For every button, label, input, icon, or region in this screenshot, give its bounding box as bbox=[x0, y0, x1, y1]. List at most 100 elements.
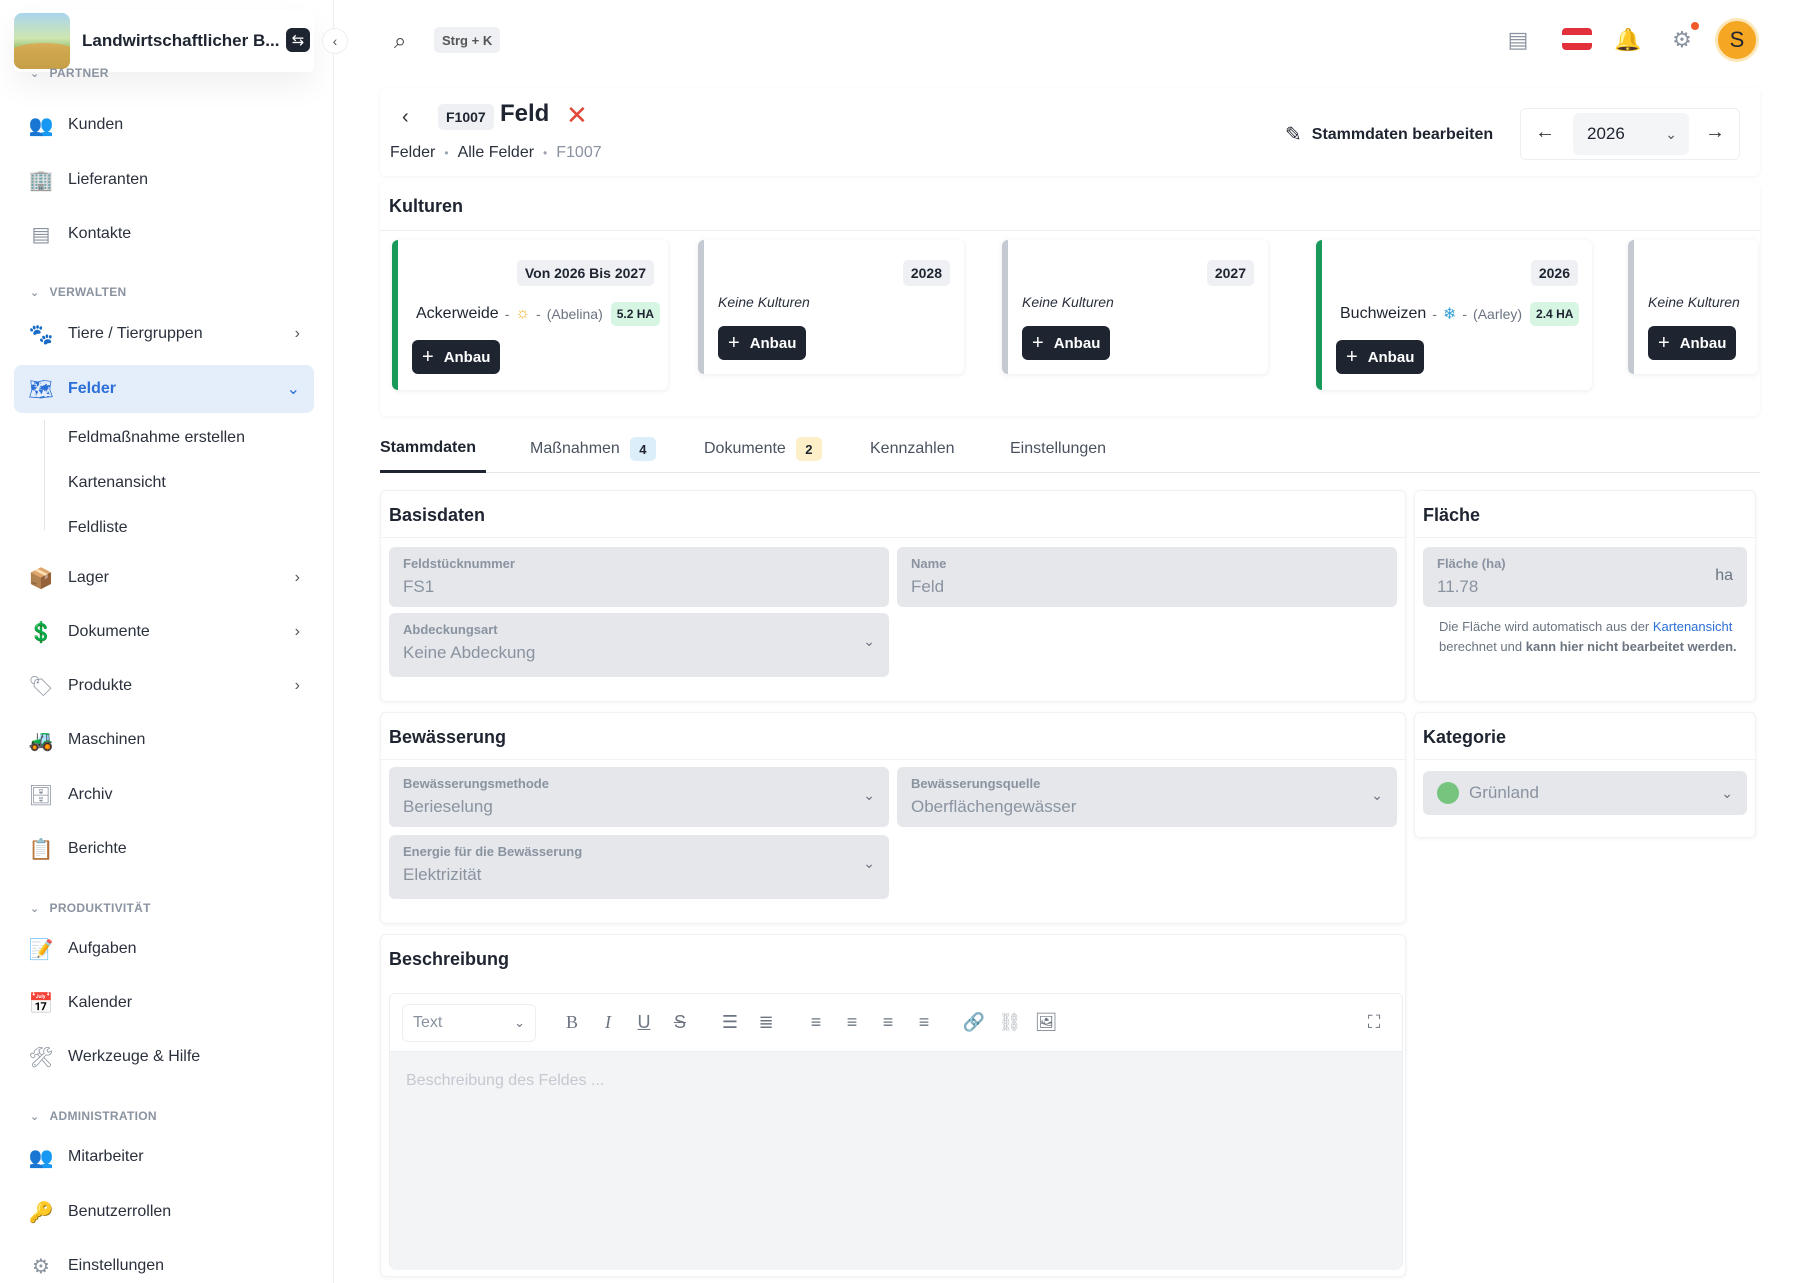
unlink-icon[interactable]: ⛓ bbox=[998, 1012, 1022, 1033]
brand-logo bbox=[14, 13, 70, 69]
kultur-card[interactable]: 2026 Buchweizen - ❄ - (Aarley) 2.4 HA + A… bbox=[1316, 240, 1592, 390]
notebook-icon[interactable]: ▤ bbox=[1504, 26, 1532, 54]
year-select[interactable]: 2026 ⌄ bbox=[1573, 113, 1689, 155]
sidebar-item-dokumente[interactable]: 💲 Dokumente › bbox=[14, 608, 314, 656]
swap-icon[interactable]: ⇆ bbox=[286, 28, 310, 52]
breadcrumb-alle-felder[interactable]: Alle Felder bbox=[458, 144, 534, 162]
chevron-down-icon: ⌄ bbox=[30, 67, 40, 80]
strikethrough-icon[interactable]: S bbox=[668, 1012, 692, 1033]
energie-select: Energie für die Bewässerung Elektrizität… bbox=[389, 835, 889, 899]
align-center-icon[interactable]: ≡ bbox=[840, 1012, 864, 1033]
tab-einstellungen[interactable]: Einstellungen bbox=[1010, 425, 1106, 473]
brand-header[interactable]: Landwirtschaftlicher B... ⇆ bbox=[14, 10, 314, 72]
sidebar-item-produkte[interactable]: 🏷 Produkte › bbox=[14, 662, 314, 710]
align-right-icon[interactable]: ≡ bbox=[876, 1012, 900, 1033]
kultur-card[interactable]: Keine Kulturen + Anbau bbox=[1628, 240, 1758, 374]
link-icon[interactable]: 🔗 bbox=[962, 1012, 986, 1033]
sidebar-item-kunden[interactable]: 👥 Kunden bbox=[14, 101, 314, 149]
kultur-card[interactable]: 2028 Keine Kulturen + Anbau bbox=[698, 240, 964, 374]
divider bbox=[1415, 537, 1755, 538]
sidebar-item-kontakte[interactable]: ▤ Kontakte bbox=[14, 210, 314, 258]
sidebar-item-felder[interactable]: 🗺 Felder ⌄ bbox=[14, 365, 314, 413]
chevron-down-icon: ⌄ bbox=[1371, 787, 1383, 803]
back-arrow-icon[interactable]: ‹ bbox=[402, 106, 409, 129]
topbar: ⌕ Strg + K ▤ 🔔 ⚙ S bbox=[334, 0, 1796, 80]
arrow-right-icon[interactable]: → bbox=[1705, 121, 1725, 144]
edit-master-data-button[interactable]: ✎ Stammdaten bearbeiten bbox=[1285, 122, 1493, 147]
rich-text-editor: Text ⌄ B I U S ☰ ≣ ≡ ≡ ≡ ≡ 🔗 ⛓ 🖼 ⛶ Besch… bbox=[389, 993, 1403, 1270]
breadcrumb-felder[interactable]: Felder bbox=[390, 144, 435, 162]
flaeche-title: Fläche bbox=[1423, 505, 1481, 525]
chevron-left-icon: ‹ bbox=[332, 33, 338, 49]
sidebar-item-maschinen[interactable]: 🚜 Maschinen bbox=[14, 716, 314, 764]
section-verwalten[interactable]: ⌄ VERWALTEN bbox=[30, 285, 126, 299]
sidebar-item-einstellungen[interactable]: ⚙ Einstellungen bbox=[14, 1242, 314, 1283]
search-icon[interactable]: ⌕ bbox=[394, 28, 406, 54]
bullet-list-icon[interactable]: ☰ bbox=[718, 1012, 742, 1033]
gear-icon[interactable]: ⚙ bbox=[1668, 26, 1696, 54]
sidebar-item-benutzerrollen[interactable]: 🔑 Benutzerrollen bbox=[14, 1188, 314, 1236]
align-left-icon[interactable]: ≡ bbox=[804, 1012, 828, 1033]
fullscreen-icon[interactable]: ⛶ bbox=[1362, 1012, 1386, 1033]
section-administration[interactable]: ⌄ ADMINISTRATION bbox=[30, 1109, 157, 1123]
sidebar-item-lieferanten[interactable]: 🏢 Lieferanten bbox=[14, 156, 314, 204]
anbau-button[interactable]: + Anbau bbox=[1022, 326, 1111, 360]
avatar[interactable]: S bbox=[1715, 18, 1759, 62]
format-select[interactable]: Text ⌄ bbox=[402, 1004, 536, 1042]
search-shortcut[interactable]: Strg + K bbox=[434, 27, 501, 53]
year-navigator: ← 2026 ⌄ → bbox=[1520, 108, 1740, 160]
kultur-card[interactable]: Von 2026 Bis 2027 Ackerweide - ☼ - (Abel… bbox=[392, 240, 668, 390]
sidebar-item-kartenansicht[interactable]: Kartenansicht bbox=[68, 474, 166, 492]
sidebar-item-berichte[interactable]: 📋 Berichte bbox=[14, 825, 314, 873]
plus-icon: + bbox=[422, 345, 434, 368]
description-input[interactable]: Beschreibung des Feldes ... bbox=[390, 1052, 1402, 1270]
anbau-button[interactable]: + Anbau bbox=[412, 340, 501, 374]
basisdaten-panel: Basisdaten Feldstücknummer FS1 Name Feld… bbox=[380, 490, 1406, 702]
sidebar-item-aufgaben[interactable]: 📝 Aufgaben bbox=[14, 925, 314, 973]
sidebar-item-werkzeuge[interactable]: 🛠 Werkzeuge & Hilfe bbox=[14, 1033, 314, 1081]
image-icon[interactable]: 🖼 bbox=[1034, 1012, 1058, 1033]
sidebar-item-kalender[interactable]: 📅 Kalender bbox=[14, 979, 314, 1027]
kategorie-select[interactable]: Grünland ⌄ bbox=[1423, 771, 1747, 815]
page-title: Feld bbox=[500, 100, 550, 127]
numbered-list-icon[interactable]: ≣ bbox=[754, 1012, 778, 1033]
sidebar-item-feldliste[interactable]: Feldliste bbox=[68, 519, 128, 537]
sidebar-item-archiv[interactable]: 🗄 Archiv bbox=[14, 771, 314, 819]
italic-icon[interactable]: I bbox=[596, 1012, 620, 1033]
kultur-crop: Buchweizen - ❄ - (Aarley) 2.4 HA bbox=[1340, 302, 1580, 326]
kategorie-title: Kategorie bbox=[1423, 727, 1507, 747]
sidebar-collapse-button[interactable]: ‹ bbox=[322, 28, 348, 54]
tab-stammdaten[interactable]: Stammdaten bbox=[380, 425, 486, 473]
tab-massnahmen[interactable]: Maßnahmen 4 bbox=[530, 425, 656, 473]
tab-kennzahlen[interactable]: Kennzahlen bbox=[870, 425, 955, 473]
chevron-down-icon: ⌄ bbox=[1721, 785, 1733, 801]
area-badge: 2.4 HA bbox=[1530, 302, 1580, 326]
tab-dokumente[interactable]: Dokumente 2 bbox=[704, 425, 822, 473]
arrow-left-icon[interactable]: ← bbox=[1535, 121, 1555, 144]
anbau-button[interactable]: + Anbau bbox=[1336, 340, 1425, 374]
section-partner[interactable]: ⌄ PARTNER bbox=[30, 66, 109, 80]
kartenansicht-link[interactable]: Kartenansicht bbox=[1653, 619, 1733, 634]
section-produktivitaet[interactable]: ⌄ PRODUKTIVITÄT bbox=[30, 901, 151, 915]
sidebar-item-feldmassnahme[interactable]: Feldmaßnahme erstellen bbox=[68, 429, 245, 447]
bell-icon[interactable]: 🔔 bbox=[1614, 26, 1642, 54]
bold-icon[interactable]: B bbox=[560, 1012, 584, 1033]
kulturen-title: Kulturen bbox=[389, 196, 463, 216]
close-icon[interactable]: ✕ bbox=[566, 100, 588, 131]
kultur-card[interactable]: 2027 Keine Kulturen + Anbau bbox=[1002, 240, 1268, 374]
align-justify-icon[interactable]: ≡ bbox=[912, 1012, 936, 1033]
anbau-button[interactable]: + Anbau bbox=[718, 326, 807, 360]
sidebar-item-mitarbeiter[interactable]: 👥 Mitarbeiter bbox=[14, 1133, 314, 1181]
notification-dot bbox=[1691, 22, 1699, 30]
sidebar: Landwirtschaftlicher B... ⇆ ⌄ PARTNER 👥 K… bbox=[0, 0, 334, 1283]
page-header: ‹ F1007 Feld ✕ Felder • Alle Felder • F1… bbox=[380, 88, 1760, 176]
sidebar-item-tiere[interactable]: 🐾 Tiere / Tiergruppen › bbox=[14, 310, 314, 358]
underline-icon[interactable]: U bbox=[632, 1012, 656, 1033]
anbau-button[interactable]: + Anbau bbox=[1648, 326, 1737, 360]
sidebar-item-lager[interactable]: 📦 Lager › bbox=[14, 554, 314, 602]
gear-icon: ⚙ bbox=[32, 1255, 50, 1278]
chevron-down-icon: ⌄ bbox=[863, 787, 875, 803]
kultur-year: 2026 bbox=[1530, 260, 1578, 286]
austria-flag-icon[interactable] bbox=[1562, 28, 1592, 50]
plus-icon: + bbox=[728, 331, 740, 354]
